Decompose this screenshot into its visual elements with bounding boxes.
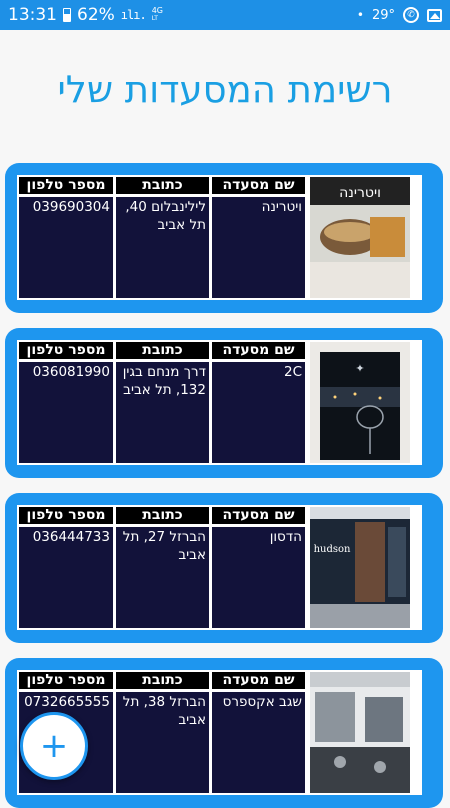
name-header: שם מסעדה bbox=[212, 507, 305, 524]
restaurant-card[interactable]: מספר טלפון 039690304 כתובת לילינבלום 40,… bbox=[5, 163, 443, 313]
phone-value: 039690304 bbox=[19, 197, 113, 298]
restaurant-card-inner: מספר טלפון 036444733 כתובת הברזל 27, תל … bbox=[17, 505, 422, 630]
svg-text:hudson: hudson bbox=[314, 544, 351, 555]
battery-percent: 62% bbox=[77, 5, 115, 25]
phone-column: מספר טלפון 036444733 bbox=[19, 505, 113, 630]
address-value: הברזל 38, תל אביב bbox=[116, 692, 209, 793]
address-value: דרך מנחם בגין 132, תל אביב bbox=[116, 362, 209, 463]
battery-icon bbox=[63, 8, 71, 22]
address-column: כתובת לילינבלום 40, תל אביב bbox=[116, 175, 209, 300]
address-column: כתובת הברזל 27, תל אביב bbox=[116, 505, 209, 630]
phone-header: מספר טלפון bbox=[19, 342, 113, 359]
plus-icon: + bbox=[39, 726, 69, 766]
page-title: רשימת המסעדות שלי bbox=[57, 68, 393, 111]
restaurant-card-inner: מספר טלפון 036081990 כתובת דרך מנחם בגין… bbox=[17, 340, 422, 465]
name-header: שם מסעדה bbox=[212, 672, 305, 689]
address-header: כתובת bbox=[116, 507, 209, 524]
svg-text:ויטרינה: ויטרינה bbox=[339, 185, 381, 201]
address-value: לילינבלום 40, תל אביב bbox=[116, 197, 209, 298]
name-column: שם מסעדה 2C bbox=[212, 340, 305, 465]
status-temperature: 29° bbox=[371, 7, 395, 23]
network-sub-label: LT bbox=[151, 15, 158, 22]
name-header: שם מסעדה bbox=[212, 177, 305, 194]
restaurant-card-inner: מספר טלפון 039690304 כתובת לילינבלום 40,… bbox=[17, 175, 422, 300]
add-restaurant-button[interactable]: + bbox=[20, 712, 88, 780]
phone-value: 036444733 bbox=[19, 527, 113, 628]
name-column: שם מסעדה ויטרינה bbox=[212, 175, 305, 300]
restaurant-photo[interactable] bbox=[310, 672, 410, 793]
restaurant-table: מספר טלפון 039690304 כתובת לילינבלום 40,… bbox=[17, 175, 317, 300]
network-label: 4G bbox=[151, 6, 163, 15]
restaurant-card[interactable]: מספר טלפון 036444733 כתובת הברזל 27, תל … bbox=[5, 493, 443, 643]
address-column: כתובת הברזל 38, תל אביב bbox=[116, 670, 209, 795]
signal-icon: ılı. bbox=[120, 8, 147, 22]
weather-dot-icon: • bbox=[356, 8, 364, 22]
name-value: שגב אקספרס bbox=[212, 692, 305, 793]
phone-header: מספר טלפון bbox=[19, 507, 113, 524]
phone-header: מספר טלפון bbox=[19, 672, 113, 689]
whatsapp-icon: ✆ bbox=[403, 7, 419, 23]
name-value: 2C bbox=[212, 362, 305, 463]
phone-column: מספר טלפון 036081990 bbox=[19, 340, 113, 465]
address-header: כתובת bbox=[116, 342, 209, 359]
phone-value: 036081990 bbox=[19, 362, 113, 463]
svg-text:✦: ✦ bbox=[355, 362, 364, 375]
restaurant-card[interactable]: מספר טלפון 036081990 כתובת דרך מנחם בגין… bbox=[5, 328, 443, 478]
restaurant-photo[interactable]: hudson bbox=[310, 507, 410, 628]
status-bar: 13:31 62% ılı. 4G LT • 29° ✆ bbox=[0, 0, 450, 30]
restaurant-photo[interactable]: ויטרינה bbox=[310, 177, 410, 298]
address-header: כתובת bbox=[116, 672, 209, 689]
name-column: שם מסעדה הדסון bbox=[212, 505, 305, 630]
restaurant-table: מספר טלפון 036081990 כתובת דרך מנחם בגין… bbox=[17, 340, 317, 465]
status-time: 13:31 bbox=[8, 5, 57, 25]
gallery-icon bbox=[427, 8, 442, 22]
address-value: הברזל 27, תל אביב bbox=[116, 527, 209, 628]
name-value: הדסון bbox=[212, 527, 305, 628]
restaurant-photo[interactable]: ✦ bbox=[310, 342, 410, 463]
network-type: 4G LT bbox=[152, 7, 163, 23]
phone-column: מספר טלפון 039690304 bbox=[19, 175, 113, 300]
address-header: כתובת bbox=[116, 177, 209, 194]
name-value: ויטרינה bbox=[212, 197, 305, 298]
phone-header: מספר טלפון bbox=[19, 177, 113, 194]
address-column: כתובת דרך מנחם בגין 132, תל אביב bbox=[116, 340, 209, 465]
name-column: שם מסעדה שגב אקספרס bbox=[212, 670, 305, 795]
name-header: שם מסעדה bbox=[212, 342, 305, 359]
restaurant-table: מספר טלפון 036444733 כתובת הברזל 27, תל … bbox=[17, 505, 317, 630]
